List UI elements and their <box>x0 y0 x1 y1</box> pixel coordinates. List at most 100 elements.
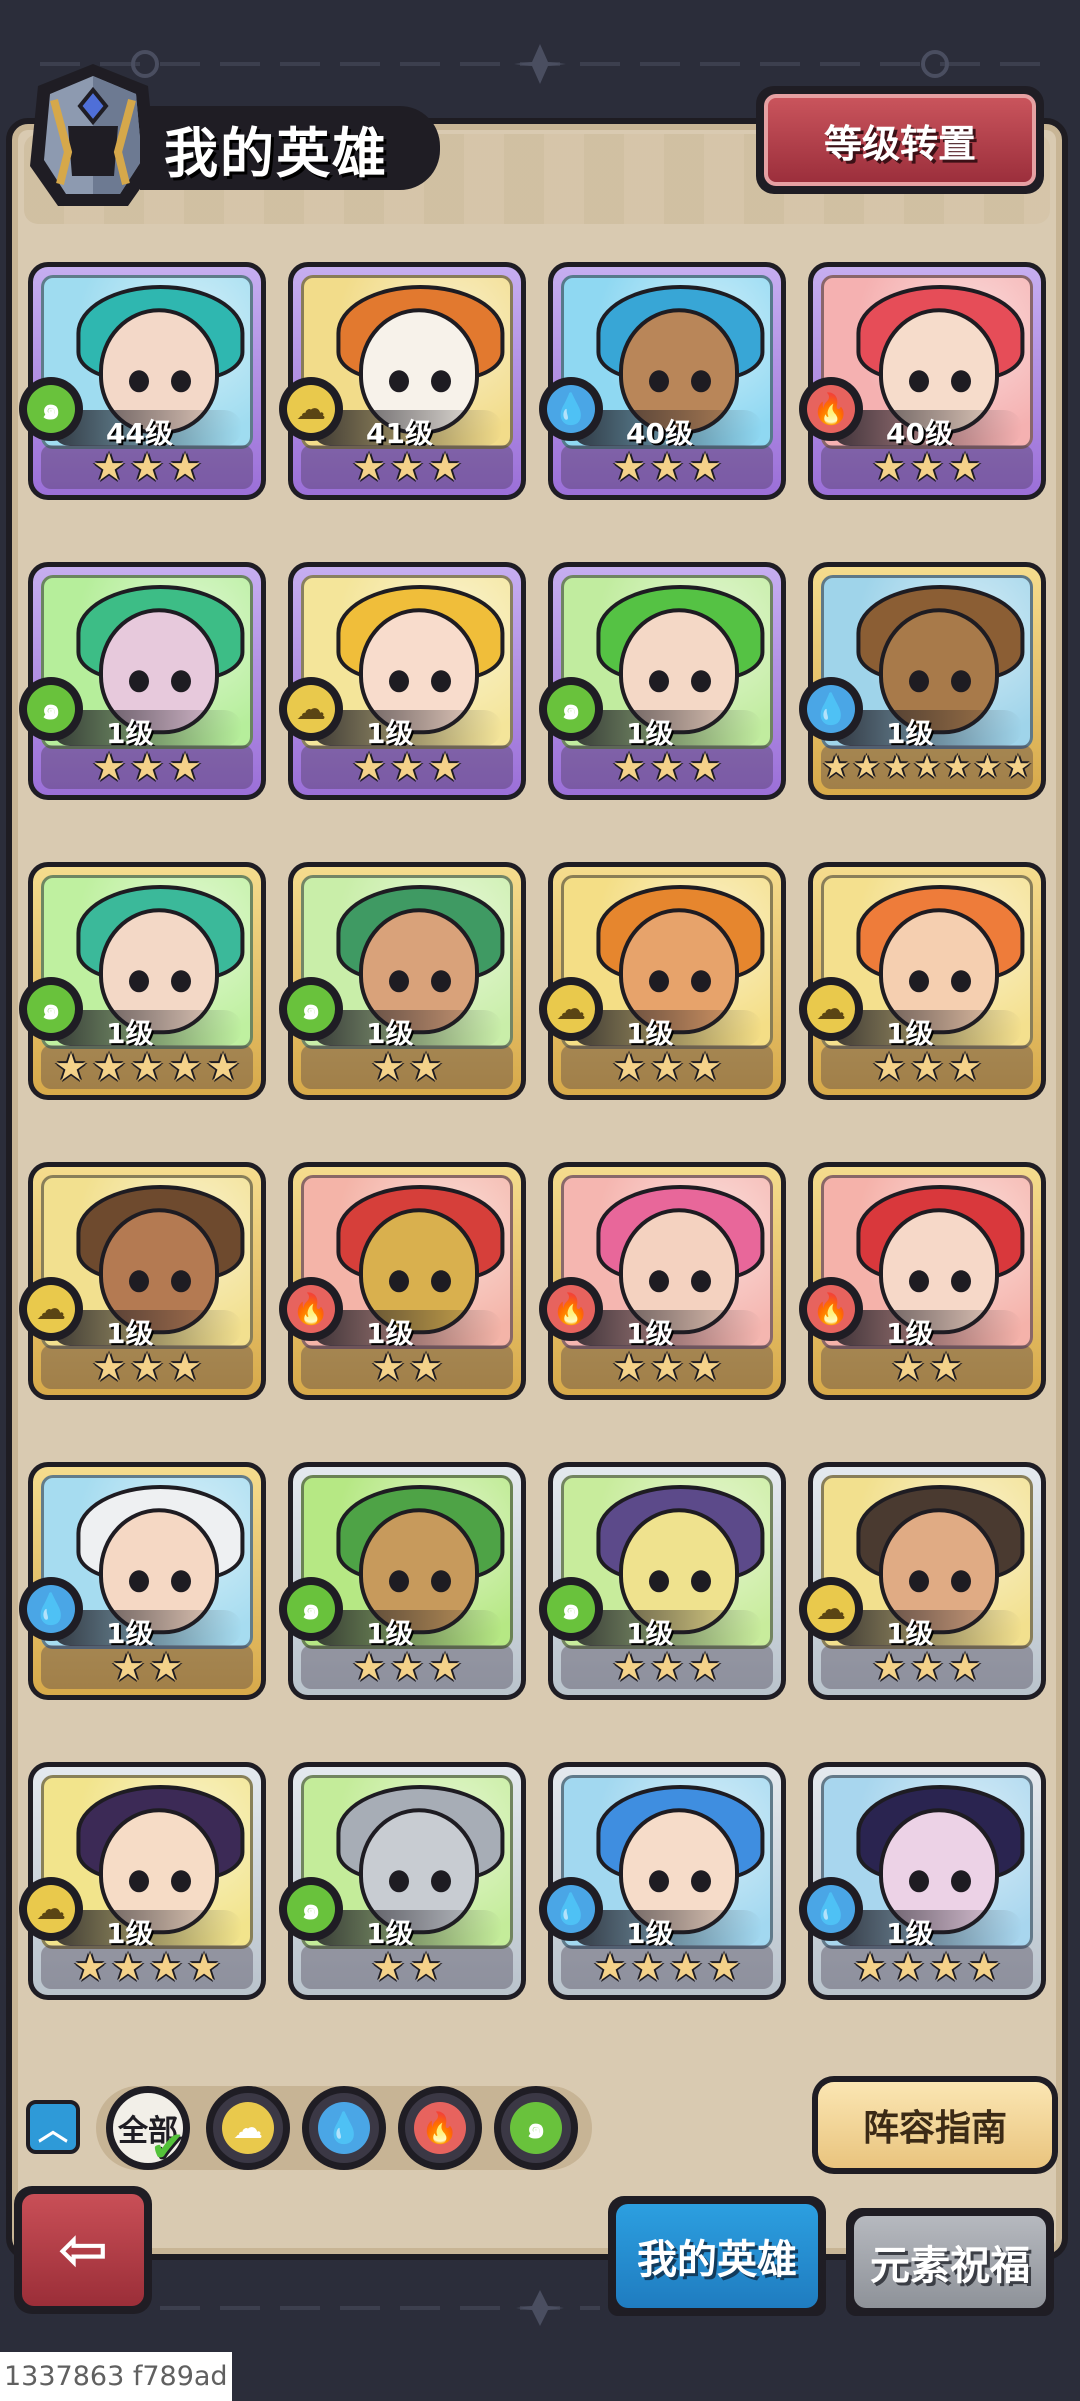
star-icon: ★ <box>167 1045 203 1089</box>
star-icon: ★ <box>882 749 911 785</box>
star-icon: ★ <box>389 1645 425 1689</box>
hero-eye <box>431 1270 451 1293</box>
hero-eye <box>389 1270 409 1293</box>
hero-card[interactable]: 1级๑ ★ ★ ★ <box>539 562 786 800</box>
star-icon: ★ <box>370 1045 406 1089</box>
hero-card[interactable]: 40级 💧 ★ ★ ★ <box>539 262 786 500</box>
hero-eye <box>129 1570 149 1593</box>
water-element-icon: 💧 <box>539 377 603 441</box>
star-icon: ★ <box>389 445 425 489</box>
star-icon: ★ <box>928 1945 964 1989</box>
lineup-guide-button[interactable]: 阵容指南 <box>812 2076 1058 2174</box>
star-icon: ★ <box>890 1945 926 1989</box>
star-icon: ★ <box>351 745 387 789</box>
hero-level: 1级 <box>626 1317 674 1349</box>
star-rating: ★ ★ ★ ★ <box>41 1945 253 1989</box>
hero-eye <box>649 1270 669 1293</box>
hero-card[interactable]: 1级 ๑ ★ ★ <box>279 862 526 1100</box>
hero-level: 1级 <box>886 1017 934 1049</box>
level-reset-label: 等级转置 <box>823 121 976 166</box>
star-icon: ★ <box>630 1945 666 1989</box>
star-rating: ★ ★ ★ <box>561 1645 773 1689</box>
hero-card[interactable]: 1级 💧 ★ ★ ★ ★ <box>539 1762 786 2000</box>
hero-card[interactable]: 1级 💧 ★ ★ <box>19 1462 266 1700</box>
hero-card[interactable]: 1级 🔥 ★ ★ <box>279 1162 526 1400</box>
hero-card[interactable]: 1级๑ ★ ★ ★ <box>539 1462 786 1700</box>
hero-level: 1级 <box>626 1917 674 1949</box>
hero-card[interactable]: 1级 ☁ ★ ★ ★ <box>799 1462 1046 1700</box>
hero-card[interactable]: 1级๑ ★ ★ ★ ★ ★ <box>19 862 266 1100</box>
hero-eye <box>171 370 191 393</box>
hero-card[interactable]: 1级๑ ★ ★ ★ <box>19 562 266 800</box>
element-core: 💧 <box>807 685 855 733</box>
star-rating: ★ ★ ★ <box>41 445 253 489</box>
hero-level: 41级 <box>366 417 433 449</box>
collapse-filter-button[interactable]: ︿ <box>26 2100 80 2154</box>
hero-level: 40级 <box>886 417 953 449</box>
element-core: ☁ <box>287 685 335 733</box>
star-icon: ★ <box>687 1645 723 1689</box>
hero-card[interactable]: 41级 ☁ ★ ★ ★ <box>279 262 526 500</box>
star-icon: ★ <box>611 1045 647 1089</box>
hero-card[interactable]: 1级 🔥 ★ ★ ★ <box>539 1162 786 1400</box>
hero-card[interactable]: 1级 🔥 ★ ★ <box>799 1162 1046 1400</box>
element-core: ☁ <box>287 385 335 433</box>
element-core: 🔥 <box>807 385 855 433</box>
filter-fire-button[interactable]: 🔥 <box>398 2086 482 2170</box>
star-icon: ★ <box>129 1045 165 1089</box>
filter-water-button[interactable]: 💧 <box>302 2086 386 2170</box>
star-icon: ★ <box>370 1345 406 1389</box>
hero-card[interactable]: 1级 💧 ★ ★ ★ ★ <box>799 1762 1046 2000</box>
star-icon: ★ <box>91 1345 127 1389</box>
level-reset-button-face[interactable]: 等级转置 <box>764 94 1036 186</box>
star-rating: ★ ★ ★ <box>821 1645 1033 1689</box>
hero-card[interactable]: 40级 🔥 ★ ★ ★ <box>799 262 1046 500</box>
star-rating: ★ ★ ★ <box>41 745 253 789</box>
filter-wind-button[interactable]: ๑ <box>494 2086 578 2170</box>
hero-level: 1级 <box>366 717 414 749</box>
star-icon: ★ <box>110 1945 146 1989</box>
tab-element-blessing[interactable]: 元素祝福 <box>846 2208 1054 2316</box>
star-icon: ★ <box>611 1345 647 1389</box>
hero-level: 1级 <box>886 1317 934 1349</box>
star-rating: ★ ★ <box>301 1345 513 1389</box>
filter-ring: ☁ <box>213 2093 283 2163</box>
back-button[interactable]: ⇦ <box>14 2186 152 2314</box>
star-icon: ★ <box>53 1045 89 1089</box>
star-rating: ★ ★ ★ <box>41 1345 253 1389</box>
star-rating: ★ ★ ★ <box>561 445 773 489</box>
element-core: ☁ <box>27 1885 75 1933</box>
chevron-up-icon: ︿ <box>38 2113 68 2148</box>
hero-card[interactable]: 1级 ☁ ★ ★ ★ <box>19 1162 266 1400</box>
filter-earth-button[interactable]: ☁ <box>206 2086 290 2170</box>
hero-level: 1级 <box>106 717 154 749</box>
earth-element-icon: ☁ <box>539 977 603 1041</box>
filter-ring: 🔥 <box>405 2093 475 2163</box>
element-core: ☁ <box>807 985 855 1033</box>
star-icon: ★ <box>822 749 851 785</box>
star-icon: ★ <box>167 1345 203 1389</box>
hero-card[interactable]: 1级๑ ★ ★ ★ <box>279 1462 526 1700</box>
element-core: 🔥 <box>287 1285 335 1333</box>
star-icon: ★ <box>966 1945 1002 1989</box>
hero-eye <box>129 370 149 393</box>
hero-card[interactable]: 1级 ๑ ★ ★ <box>279 1762 526 2000</box>
lineup-guide-button-face[interactable]: 阵容指南 <box>818 2082 1052 2168</box>
hero-card[interactable]: 1级 ☁ ★ ★ ★ <box>279 562 526 800</box>
element-core: ๑ <box>287 1585 335 1633</box>
hero-card[interactable]: 1级 ☁ ★ ★ ★ ★ <box>19 1762 266 2000</box>
hero-card[interactable]: 1级 💧 ★ ★ ★ ★ ★ ★ ★ <box>799 562 1046 800</box>
hero-card[interactable]: 1级 ☁ ★ ★ ★ <box>539 862 786 1100</box>
level-reset-button[interactable]: 等级转置 <box>756 86 1044 194</box>
star-icon: ★ <box>408 1345 444 1389</box>
star-rating: ★ ★ ★ <box>561 1345 773 1389</box>
hero-eye <box>431 1570 451 1593</box>
star-icon: ★ <box>91 445 127 489</box>
hero-eye <box>951 970 971 993</box>
element-core: 💧 <box>807 1885 855 1933</box>
star-icon: ★ <box>852 1945 888 1989</box>
tab-my-heroes[interactable]: 我的英雄 <box>608 2196 826 2316</box>
hero-card[interactable]: 44级๑ ★ ★ ★ <box>19 262 266 500</box>
hero-eye <box>649 670 669 693</box>
hero-card[interactable]: 1级 ☁ ★ ★ ★ <box>799 862 1046 1100</box>
